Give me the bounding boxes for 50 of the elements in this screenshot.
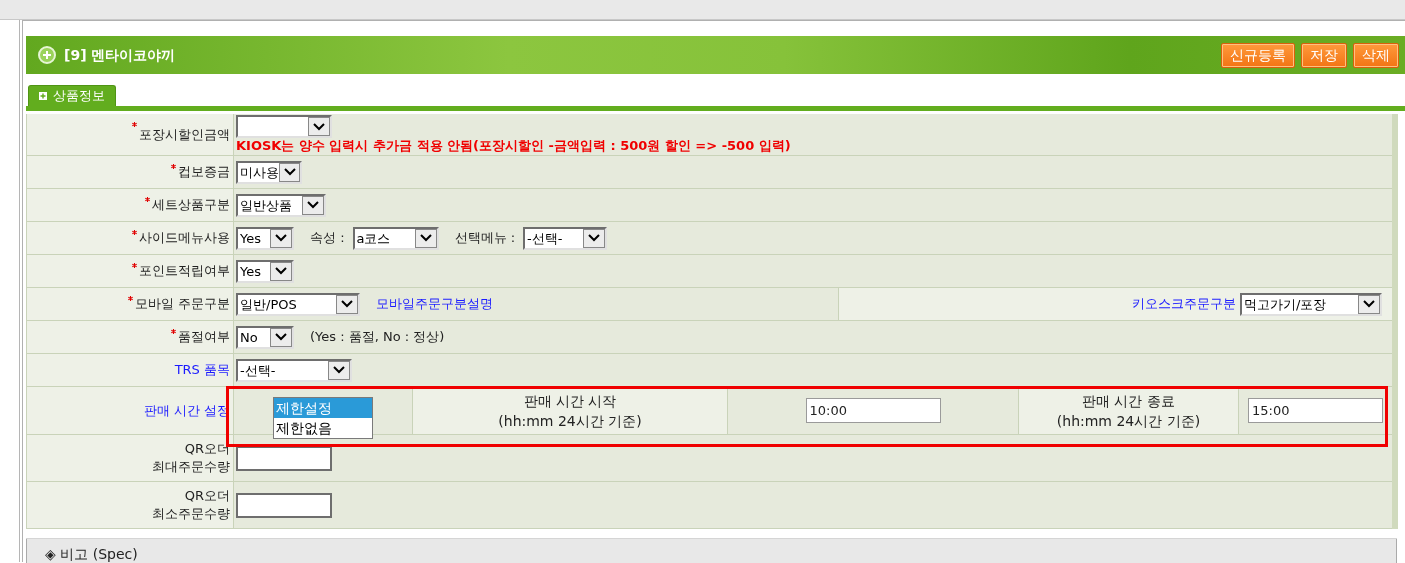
field-label: 품절여부 <box>178 328 230 346</box>
column-caption: 판매 시간 시작 (hh:mm 24시간 기준) <box>498 391 642 431</box>
list-option[interactable]: 제한없음 <box>274 418 372 438</box>
input-field[interactable]: 15:00 <box>1248 398 1383 423</box>
dropdown[interactable]: 먹고가기/포장 <box>1240 292 1382 316</box>
page-title: [9] 멘타이코야끼 <box>64 45 176 65</box>
column-caption: 판매 시간 종료 (hh:mm 24시간 기준) <box>1056 391 1201 431</box>
section-title: ◈ 비고 (Spec) <box>45 544 138 563</box>
chevron-down-icon <box>1363 300 1375 308</box>
dropdown[interactable]: Yes <box>236 259 294 283</box>
field-label: 세트상품구분 <box>152 196 230 214</box>
add-icon <box>38 46 56 64</box>
chevron-down-icon <box>313 122 325 131</box>
field-label: 사이드메뉴사용 <box>139 229 230 247</box>
warning-text: KIOSK는 양수 입력시 추가금 적용 안됨(포장시할인 -금액입력 : 500원 할인 => -500 입력) <box>236 138 792 154</box>
chevron-down-icon <box>588 234 601 242</box>
dropdown[interactable]: 일반상품 <box>236 193 326 217</box>
dropdown[interactable]: Yes <box>236 226 294 250</box>
chevron-down-icon <box>283 168 296 176</box>
plus-box-icon <box>39 92 47 100</box>
chevron-down-icon <box>275 234 287 242</box>
input-field[interactable] <box>236 445 332 471</box>
dropdown[interactable]: 일반/POS <box>236 292 360 316</box>
dropdown[interactable] <box>236 115 332 138</box>
field-label: TRS 품목 <box>174 361 230 379</box>
chevron-down-icon <box>275 267 287 275</box>
dropdown[interactable]: No <box>236 325 294 349</box>
field-label: 포장시할인금액 <box>139 125 230 144</box>
input-field[interactable] <box>236 492 332 518</box>
field-text: 속성 : <box>310 229 345 248</box>
dropdown[interactable]: 미사용 <box>236 160 302 184</box>
field-text: 선택메뉴 : <box>454 229 516 248</box>
field-label: 키오스크주문구분 <box>1132 295 1236 314</box>
dropdown[interactable]: -선택- <box>523 226 608 250</box>
field-text: (Yes : 품절, No : 정상) <box>310 328 445 347</box>
dropdown[interactable]: -선택- <box>236 358 352 382</box>
chevron-down-icon <box>333 366 345 374</box>
field-label: 컵보증금 <box>178 163 230 181</box>
field-label: 모바일 주문구분 <box>134 295 230 313</box>
chevron-down-icon <box>419 234 432 242</box>
list-box[interactable]: 제한설정 제한없음 <box>273 397 373 439</box>
dropdown[interactable]: a코스 <box>352 226 439 250</box>
chevron-down-icon <box>341 300 353 308</box>
input-field[interactable]: 10:00 <box>805 398 941 423</box>
field-label: QR오더 최대주문수량 <box>152 440 230 476</box>
help-link[interactable]: 모바일주문구분설명 <box>376 294 493 314</box>
chevron-down-icon <box>275 333 287 341</box>
chevron-down-icon <box>307 201 319 209</box>
field-label: 포인트적립여부 <box>139 262 230 280</box>
field-label: QR오더 최소주문수량 <box>152 487 230 523</box>
